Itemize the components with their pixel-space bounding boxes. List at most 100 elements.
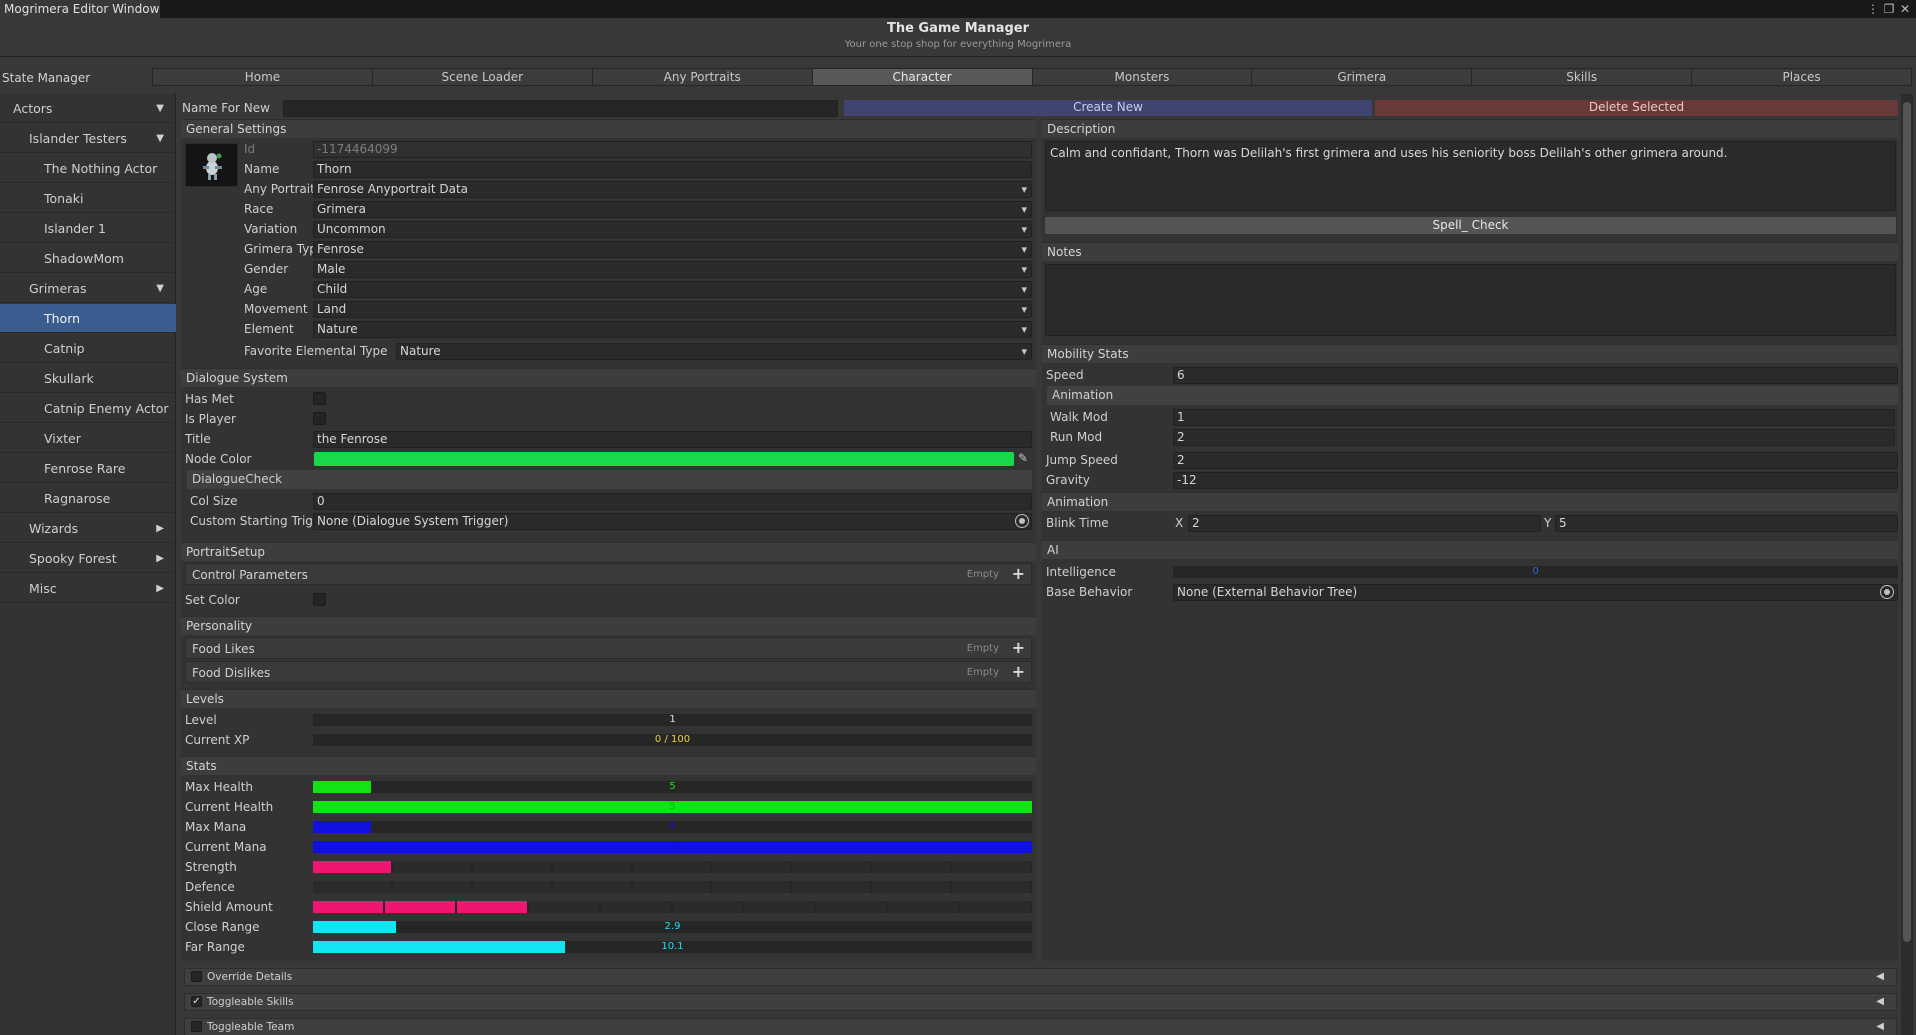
scrollbar-track[interactable] — [1901, 94, 1913, 1035]
foldout-toggleable-skills[interactable]: ✓ Toggleable Skills ◀ — [184, 993, 1897, 1011]
add-icon[interactable]: + — [1012, 638, 1025, 658]
current-mana-bar[interactable]: 5 — [313, 841, 1032, 853]
add-icon[interactable]: + — [1012, 662, 1025, 682]
sidebar-item-actors[interactable]: Actors ▼ — [0, 94, 176, 123]
favorite-element-dropdown[interactable]: Nature — [396, 343, 1032, 360]
age-dropdown[interactable]: Child — [313, 281, 1032, 298]
close-icon[interactable]: ✕ — [1898, 0, 1912, 18]
tab-grimera[interactable]: Grimera — [1252, 68, 1473, 86]
sidebar-item-islander-testers[interactable]: Islander Testers ▼ — [0, 124, 176, 153]
add-icon[interactable]: + — [1012, 564, 1025, 584]
sidebar-item-islander-1[interactable]: Islander 1 — [0, 214, 176, 243]
chevron-left-icon[interactable]: ◀ — [1876, 1019, 1884, 1035]
sidebar-item-grimeras[interactable]: Grimeras ▼ — [0, 274, 176, 303]
more-options-icon[interactable]: ⋮ — [1866, 0, 1880, 18]
tab-places[interactable]: Places — [1692, 68, 1912, 86]
tab-monsters[interactable]: Monsters — [1032, 68, 1253, 86]
blink-y-input[interactable]: 5 — [1555, 515, 1898, 532]
sidebar-item-misc[interactable]: Misc ▶ — [0, 574, 176, 603]
sidebar-item-wizards[interactable]: Wizards ▶ — [0, 514, 176, 543]
title-input[interactable]: the Fenrose — [313, 431, 1032, 448]
create-new-button[interactable]: Create New — [844, 100, 1372, 116]
delete-selected-button[interactable]: Delete Selected — [1375, 100, 1898, 116]
current-health-bar[interactable]: 5 — [313, 801, 1032, 813]
control-parameters-list[interactable]: Control Parameters Empty + — [185, 563, 1032, 585]
sidebar-item-skullark[interactable]: Skullark — [0, 364, 176, 393]
scrollbar-thumb[interactable] — [1903, 102, 1911, 942]
chevron-left-icon[interactable]: ◀ — [1876, 994, 1884, 1010]
gravity-input[interactable]: -12 — [1173, 472, 1898, 489]
foldout-checkbox[interactable]: ✓ — [191, 996, 202, 1007]
chevron-right-icon[interactable]: ▶ — [156, 544, 164, 573]
notes-textarea[interactable] — [1045, 264, 1896, 336]
sidebar-item-tonaki[interactable]: Tonaki — [0, 184, 176, 213]
node-color-swatch[interactable] — [314, 452, 1014, 466]
eyedropper-icon[interactable]: ✎ — [1018, 450, 1032, 466]
grimera-typ-dropdown[interactable]: Fenrose — [313, 241, 1032, 258]
sidebar-item-the-nothing-actor[interactable]: The Nothing Actor — [0, 154, 176, 183]
level-bar[interactable]: 1 — [313, 714, 1032, 726]
current-xp-bar[interactable]: 0 / 100 — [313, 734, 1032, 746]
walk-mod-input[interactable]: 1 — [1173, 409, 1895, 426]
race-dropdown[interactable]: Grimera — [313, 201, 1032, 218]
sidebar-item-catnip[interactable]: Catnip — [0, 334, 176, 363]
set-color-checkbox[interactable] — [313, 593, 326, 606]
sidebar-item-vixter[interactable]: Vixter — [0, 424, 176, 453]
is-player-checkbox[interactable] — [313, 412, 326, 425]
chevron-down-icon[interactable]: ▼ — [156, 124, 164, 153]
description-textarea[interactable]: Calm and confidant, Thorn was Delilah's … — [1045, 141, 1896, 211]
shield-amount-bar[interactable] — [313, 901, 1032, 913]
movement-dropdown[interactable]: Land — [313, 301, 1032, 318]
chevron-right-icon[interactable]: ▶ — [156, 514, 164, 543]
run-mod-input[interactable]: 2 — [1173, 429, 1895, 446]
far-range-bar[interactable]: 10.1 — [313, 941, 1032, 953]
foldout-checkbox[interactable] — [191, 1021, 202, 1032]
custom-trigger-field[interactable]: None (Dialogue System Trigger) — [313, 513, 1032, 530]
chevron-down-icon[interactable]: ▼ — [156, 94, 164, 123]
object-picker-icon[interactable] — [1015, 514, 1029, 528]
foldout-checkbox[interactable] — [191, 971, 202, 982]
intelligence-bar[interactable]: 0 — [1173, 566, 1898, 578]
tab-home[interactable]: Home — [152, 68, 373, 86]
close-range-bar[interactable]: 2.9 — [313, 921, 1032, 933]
foldout-toggleable-team[interactable]: Toggleable Team ◀ — [184, 1018, 1897, 1035]
sidebar-item-spooky-forest[interactable]: Spooky Forest ▶ — [0, 544, 176, 573]
name-for-new-input[interactable] — [283, 100, 838, 117]
chevron-right-icon[interactable]: ▶ — [156, 574, 164, 603]
gender-dropdown[interactable]: Male — [313, 261, 1032, 278]
window-tab[interactable]: Mogrimera Editor Window — [0, 0, 160, 18]
food-dislikes-list[interactable]: Food Dislikes Empty + — [185, 661, 1032, 683]
strength-bar[interactable] — [313, 861, 1032, 873]
chevron-down-icon[interactable]: ▼ — [156, 274, 164, 303]
max-mana-bar[interactable]: 5 — [313, 821, 1032, 833]
sidebar-item-ragnarose[interactable]: Ragnarose — [0, 484, 176, 513]
col-size-input[interactable]: 0 — [313, 493, 1032, 510]
max-health-bar[interactable]: 5 — [313, 781, 1032, 793]
sidebar-item-shadowmom[interactable]: ShadowMom — [0, 244, 176, 273]
base-behavior-field[interactable]: None (External Behavior Tree) — [1173, 584, 1898, 601]
sidebar-item-catnip-enemy-actor[interactable]: Catnip Enemy Actor — [0, 394, 176, 423]
element-dropdown[interactable]: Nature — [313, 321, 1032, 338]
tab-any-portraits[interactable]: Any Portraits — [592, 68, 813, 86]
speed-input[interactable]: 6 — [1173, 367, 1898, 384]
name-input[interactable]: Thorn — [313, 161, 1032, 178]
variation-dropdown[interactable]: Uncommon — [313, 221, 1032, 238]
character-portrait[interactable] — [185, 143, 238, 187]
chevron-left-icon[interactable]: ◀ — [1876, 969, 1884, 985]
defence-bar[interactable] — [313, 881, 1032, 893]
object-picker-icon[interactable] — [1880, 585, 1894, 599]
sidebar-item-thorn[interactable]: Thorn — [0, 304, 176, 333]
stat-segment — [712, 861, 791, 873]
spell-check-button[interactable]: Spell_ Check — [1045, 217, 1896, 234]
maximize-icon[interactable]: ❐ — [1882, 0, 1896, 18]
tab-skills[interactable]: Skills — [1472, 68, 1693, 86]
jump-speed-input[interactable]: 2 — [1173, 452, 1898, 469]
food-likes-list[interactable]: Food Likes Empty + — [185, 637, 1032, 659]
has-met-checkbox[interactable] — [313, 392, 326, 405]
tab-character[interactable]: Character — [812, 68, 1033, 86]
any-portrait-dropdown[interactable]: Fenrose Anyportrait Data — [313, 181, 1032, 198]
foldout-override-details[interactable]: Override Details ◀ — [184, 968, 1897, 986]
tab-scene-loader[interactable]: Scene Loader — [372, 68, 593, 86]
blink-x-input[interactable]: 2 — [1188, 515, 1541, 532]
sidebar-item-fenrose-rare[interactable]: Fenrose Rare — [0, 454, 176, 483]
